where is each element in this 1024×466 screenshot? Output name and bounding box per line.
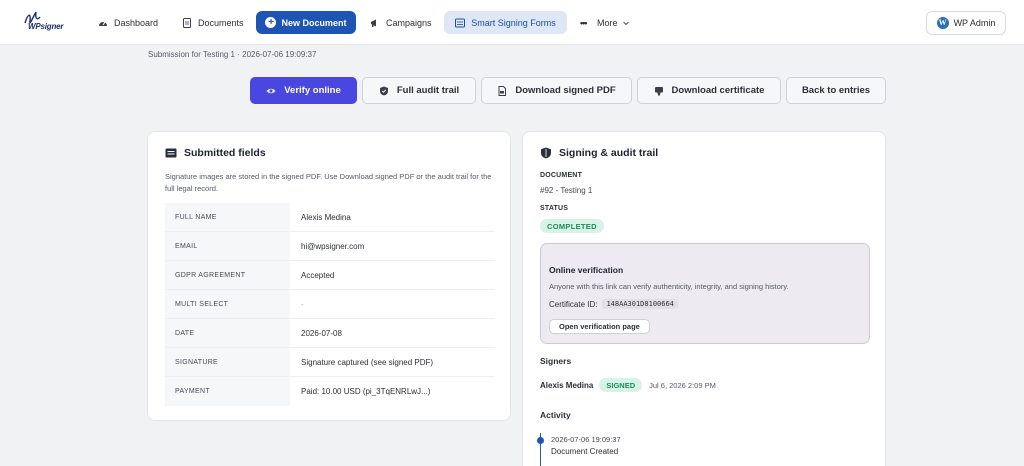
- logo-text: WPsigner: [28, 22, 64, 31]
- table-row: Full name Alexis Medina: [165, 203, 495, 232]
- table-row: Multi select -: [165, 290, 495, 319]
- verify-online-label: Verify online: [284, 85, 341, 96]
- table-row: GDPR agreement Accepted: [165, 261, 495, 290]
- open-verification-page-button[interactable]: Open verification page: [549, 319, 650, 334]
- dashboard-icon: [99, 21, 107, 26]
- field-key: Payment: [165, 377, 290, 406]
- fields-table: Full name Alexis Medina Email hi@wpsigner.…: [165, 203, 495, 406]
- nav-campaigns-label: Campaigns: [386, 17, 432, 28]
- list-card-icon: [165, 148, 177, 158]
- ellipsis-icon: •••: [580, 17, 587, 28]
- verify-online-button[interactable]: Verify online: [250, 77, 357, 104]
- online-verification-description: Anyone with this link can verify authent…: [549, 282, 789, 291]
- timeline-dot: [537, 437, 544, 444]
- wpsigner-logo[interactable]: WPsigner: [22, 9, 68, 35]
- nav-documents-label: Documents: [198, 17, 244, 28]
- field-key: Email: [165, 232, 290, 260]
- new-document-button[interactable]: + New Document: [256, 11, 356, 34]
- wordpress-icon: W: [936, 17, 949, 29]
- nav-documents[interactable]: Documents: [176, 11, 250, 34]
- status-label: STATUS: [540, 205, 569, 212]
- signer-date: Jul 6, 2026 2:09 PM: [649, 380, 716, 390]
- field-key: Multi select: [165, 290, 290, 318]
- download-signed-pdf-button[interactable]: Download signed PDF: [481, 77, 632, 104]
- signer-row: Alexis Medina SIGNED Jul 6, 2026 2:09 PM: [540, 378, 716, 392]
- eye-icon: [266, 88, 276, 93]
- table-row: Payment Paid: 10.00 USD (pi_3TqENRLwJ...): [165, 377, 495, 406]
- download-signed-pdf-label: Download signed PDF: [515, 85, 616, 96]
- shield-icon: [541, 147, 551, 159]
- signing-audit-title: Signing & audit trail: [559, 147, 659, 159]
- activity-heading: Activity: [540, 410, 571, 420]
- nav-campaigns[interactable]: Campaigns: [364, 11, 438, 34]
- chevron-down-icon: [622, 21, 629, 25]
- online-verification-box: Online verification Anyone with this lin…: [540, 243, 870, 344]
- back-to-entries-button[interactable]: Back to entries: [786, 77, 886, 104]
- field-key: Full name: [165, 203, 290, 231]
- nav-more-menu[interactable]: ••• More: [574, 11, 636, 34]
- signature-note: Signature images are stored in the signe…: [165, 172, 492, 193]
- wp-admin-button[interactable]: W WP Admin: [926, 11, 1006, 35]
- form-icon: [455, 18, 466, 27]
- signers-heading: Signers: [540, 356, 572, 366]
- activity-timeline: 2026-07-06 19:09:37 Document Created: [537, 433, 870, 466]
- new-document-label: New Document: [281, 17, 347, 28]
- wp-admin-label: WP Admin: [953, 18, 996, 28]
- back-to-entries-label: Back to entries: [801, 85, 871, 96]
- field-key: Date: [165, 319, 290, 347]
- field-key: Signature: [165, 348, 290, 376]
- nav-dashboard[interactable]: Dashboard: [92, 11, 164, 34]
- activity-timestamp: 2026-07-06 19:09:37: [551, 435, 621, 444]
- field-value: Paid: 10.00 USD (pi_3TqENRLwJ...): [301, 387, 431, 396]
- submitted-fields-heading: Submitted fields: [165, 147, 266, 159]
- activity-event: Document Created: [551, 447, 619, 456]
- signer-status-badge: SIGNED: [599, 378, 643, 392]
- field-value: Alexis Medina: [301, 212, 351, 222]
- nav-dashboard-label: Dashboard: [114, 17, 159, 28]
- full-audit-trail-button[interactable]: Full audit trail: [362, 77, 476, 104]
- table-row: Date 2026-07-08: [165, 319, 495, 348]
- table-row: Email hi@wpsigner.com: [165, 232, 495, 261]
- submitted-fields-card: Submitted fields Signature images are st…: [147, 131, 511, 421]
- field-value: Accepted: [301, 270, 335, 280]
- download-certificate-label: Download certificate: [671, 85, 765, 96]
- nav-smart-signing-forms-label: Smart Signing Forms: [471, 17, 556, 28]
- table-row: Signature Signature captured (see signed …: [165, 348, 495, 377]
- document-value: #92 - Testing 1: [540, 186, 593, 195]
- file-pdf-icon: [498, 85, 507, 96]
- megaphone-icon: [371, 19, 376, 27]
- nav-smart-signing-forms[interactable]: Smart Signing Forms: [444, 11, 567, 34]
- submission-subtitle: Submission for Testing 1 · 2026-07-06 19…: [148, 50, 317, 59]
- signing-audit-card: Signing & audit trail DOCUMENT #92 - Tes…: [522, 131, 886, 466]
- certificate-icon: [654, 86, 663, 96]
- top-nav-bar: WPsigner Dashboard Documents + New Docum…: [0, 0, 1024, 45]
- document-label: DOCUMENT: [540, 172, 583, 179]
- field-value: 2026-07-08: [301, 328, 342, 338]
- certificate-id-label: Certificate ID:: [549, 299, 598, 309]
- field-value: hi@wpsigner.com: [301, 241, 365, 251]
- signing-audit-heading: Signing & audit trail: [540, 147, 658, 159]
- field-value: Signature captured (see signed PDF): [301, 357, 434, 367]
- status-badge: COMPLETED: [540, 219, 604, 233]
- field-key: GDPR agreement: [165, 261, 290, 289]
- online-verification-title: Online verification: [549, 265, 624, 275]
- document-icon: [183, 17, 191, 28]
- shield-icon: [379, 86, 388, 95]
- nav-more-label: More: [597, 17, 618, 28]
- field-value: -: [301, 299, 304, 309]
- full-audit-trail-label: Full audit trail: [396, 85, 460, 96]
- plus-circle-icon: +: [265, 17, 277, 28]
- certificate-id-value: 148AA301D8100664: [602, 299, 678, 309]
- certificate-id-row: Certificate ID: 148AA301D8100664: [549, 299, 678, 309]
- signer-name: Alexis Medina: [540, 380, 594, 390]
- download-certificate-button[interactable]: Download certificate: [637, 77, 781, 104]
- submitted-fields-title: Submitted fields: [184, 147, 266, 159]
